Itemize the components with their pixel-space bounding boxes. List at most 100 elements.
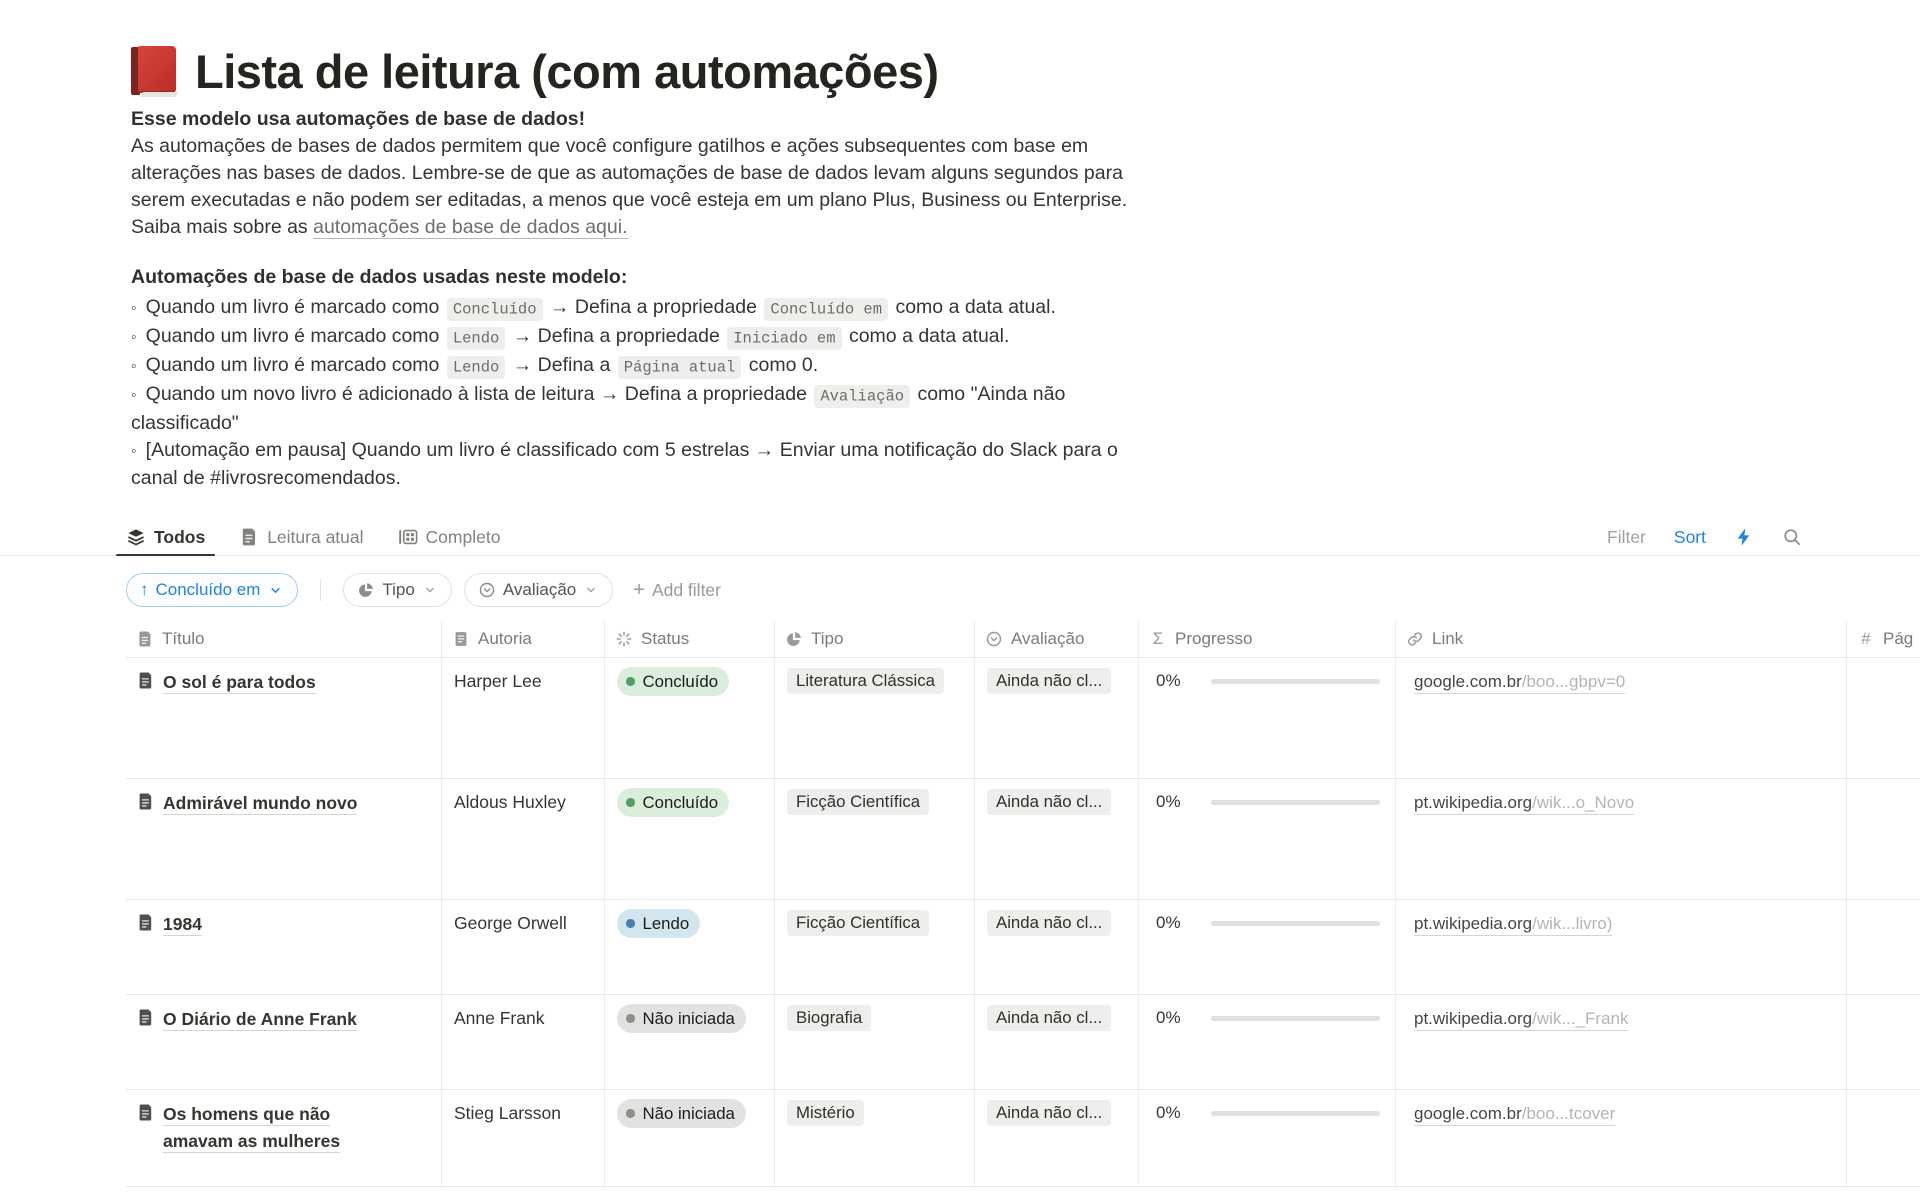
cell-autoria[interactable]: Harper Lee <box>442 658 605 778</box>
cell-progresso[interactable]: 0% <box>1139 658 1396 778</box>
cell-autoria[interactable]: George Orwell <box>442 900 605 994</box>
status-badge[interactable]: Lendo <box>617 909 700 938</box>
row-title-text: Os homens que não amavam as mulheres <box>163 1104 340 1153</box>
status-badge[interactable]: Não iniciada <box>617 1004 746 1033</box>
cell-status[interactable]: Concluído <box>605 779 775 899</box>
tab-leitura-atual[interactable]: Leitura atual <box>229 519 373 555</box>
cell-titulo[interactable]: O Diário de Anne Frank <box>126 995 442 1089</box>
cell-pag[interactable] <box>1847 995 1920 1089</box>
status-dot-icon <box>626 919 635 928</box>
tab-completo[interactable]: Completo <box>388 519 511 555</box>
cell-avaliacao[interactable]: Ainda não cl... <box>975 995 1139 1089</box>
circle-chevron-icon <box>985 630 1003 648</box>
row-title[interactable]: Os homens que não amavam as mulheres <box>163 1101 398 1155</box>
cell-progresso[interactable]: 0% <box>1139 1090 1396 1186</box>
cell-link[interactable]: google.com.br/boo...tcover <box>1396 1090 1847 1186</box>
table-row[interactable]: O Diário de Anne Frank Anne Frank Não inic… <box>126 995 1920 1090</box>
progress-bar <box>1211 679 1380 684</box>
tipo-tag[interactable]: Ficção Científica <box>787 789 929 815</box>
sigma-icon: Σ <box>1149 630 1167 648</box>
cell-avaliacao[interactable]: Ainda não cl... <box>975 658 1139 778</box>
link-value[interactable]: google.com.br/boo...tcover <box>1414 1104 1615 1126</box>
table-row[interactable]: 1984 George Orwell Lendo Ficção Científica A… <box>126 900 1920 995</box>
automation-bullet: ◦[Automação em pausa] Quando um livro é … <box>131 437 1920 492</box>
cell-pag[interactable] <box>1847 779 1920 899</box>
cell-titulo[interactable]: 1984 <box>126 900 442 994</box>
table-row[interactable]: Admirável mundo novo Aldous Huxley Concluí… <box>126 779 1920 900</box>
cell-titulo[interactable]: Admirável mundo novo <box>126 779 442 899</box>
cell-pag[interactable] <box>1847 658 1920 778</box>
search-icon[interactable] <box>1782 527 1802 547</box>
cell-autoria[interactable]: Anne Frank <box>442 995 605 1089</box>
cell-tipo[interactable]: Ficção Científica <box>775 779 975 899</box>
cell-titulo[interactable]: Os homens que não amavam as mulheres <box>126 1090 442 1186</box>
column-header-link[interactable]: Link <box>1396 621 1847 657</box>
tipo-tag[interactable]: Mistério <box>787 1100 864 1126</box>
cell-link[interactable]: google.com.br/boo...gbpv=0 <box>1396 658 1847 778</box>
cell-link[interactable]: pt.wikipedia.org/wik...livro) <box>1396 900 1847 994</box>
filter-button[interactable]: Filter <box>1607 527 1646 548</box>
column-header-autoria[interactable]: Autoria <box>442 621 605 657</box>
cell-progresso[interactable]: 0% <box>1139 900 1396 994</box>
status-badge[interactable]: Concluído <box>617 667 729 696</box>
cell-tipo[interactable]: Biografia <box>775 995 975 1089</box>
cell-pag[interactable] <box>1847 900 1920 994</box>
sort-chip-concluido-em[interactable]: ↑ Concluído em <box>126 573 298 607</box>
cell-autoria[interactable]: Aldous Huxley <box>442 779 605 899</box>
cell-tipo[interactable]: Literatura Clássica <box>775 658 975 778</box>
cell-tipo[interactable]: Mistério <box>775 1090 975 1186</box>
status-badge[interactable]: Concluído <box>617 788 729 817</box>
progress-bar <box>1211 1016 1380 1021</box>
automations-bolt-icon[interactable] <box>1734 527 1754 547</box>
inline-link[interactable]: automações de base de dados aqui. <box>313 216 627 239</box>
cell-status[interactable]: Não iniciada <box>605 1090 775 1186</box>
table-row[interactable]: Os homens que não amavam as mulheres Stie… <box>126 1090 1920 1187</box>
column-header-progresso[interactable]: ΣProgresso <box>1139 621 1396 657</box>
tipo-tag[interactable]: Ficção Científica <box>787 910 929 936</box>
cell-status[interactable]: Não iniciada <box>605 995 775 1089</box>
column-header-pag[interactable]: #Pág <box>1847 621 1920 657</box>
tab-todos[interactable]: Todos <box>116 519 215 555</box>
cell-autoria[interactable]: Stieg Larsson <box>442 1090 605 1186</box>
cell-titulo[interactable]: O sol é para todos <box>126 658 442 778</box>
tipo-tag[interactable]: Literatura Clássica <box>787 668 944 694</box>
column-label: Título <box>162 629 205 649</box>
cell-progresso[interactable]: 0% <box>1139 779 1396 899</box>
column-header-avaliacao[interactable]: Avaliação <box>975 621 1139 657</box>
avaliacao-tag[interactable]: Ainda não cl... <box>987 1100 1111 1126</box>
cell-status[interactable]: Lendo <box>605 900 775 994</box>
link-value[interactable]: pt.wikipedia.org/wik...livro) <box>1414 914 1612 936</box>
sort-button[interactable]: Sort <box>1674 527 1706 548</box>
link-value[interactable]: google.com.br/boo...gbpv=0 <box>1414 672 1625 694</box>
cell-link[interactable]: pt.wikipedia.org/wik..._Frank <box>1396 995 1847 1089</box>
row-title[interactable]: 1984 <box>163 911 398 938</box>
cell-pag[interactable] <box>1847 1090 1920 1186</box>
row-title[interactable]: O sol é para todos <box>163 669 398 696</box>
avaliacao-tag[interactable]: Ainda não cl... <box>987 668 1111 694</box>
cell-tipo[interactable]: Ficção Científica <box>775 900 975 994</box>
link-value[interactable]: pt.wikipedia.org/wik..._Frank <box>1414 1009 1628 1031</box>
avaliacao-tag[interactable]: Ainda não cl... <box>987 910 1111 936</box>
cell-progresso[interactable]: 0% <box>1139 995 1396 1089</box>
table-header-row: Título AutoriaStatusTipoAvaliaçãoΣProgres… <box>126 621 1920 658</box>
cell-link[interactable]: pt.wikipedia.org/wik...o_Novo <box>1396 779 1847 899</box>
row-title[interactable]: O Diário de Anne Frank <box>163 1006 398 1033</box>
tipo-filter-chip[interactable]: Tipo <box>343 573 451 607</box>
status-badge[interactable]: Não iniciada <box>617 1099 746 1128</box>
cell-avaliacao[interactable]: Ainda não cl... <box>975 1090 1139 1186</box>
cell-avaliacao[interactable]: Ainda não cl... <box>975 779 1139 899</box>
cell-avaliacao[interactable]: Ainda não cl... <box>975 900 1139 994</box>
row-title[interactable]: Admirável mundo novo <box>163 790 398 817</box>
column-header-tipo[interactable]: Tipo <box>775 621 975 657</box>
tipo-tag[interactable]: Biografia <box>787 1005 871 1031</box>
table-row[interactable]: O sol é para todos Harper Lee Concluído Lit… <box>126 658 1920 779</box>
cell-status[interactable]: Concluído <box>605 658 775 778</box>
add-filter-button[interactable]: + Add filter <box>633 580 721 601</box>
avaliacao-filter-chip[interactable]: Avaliação <box>464 573 613 607</box>
column-header-titulo[interactable]: Título <box>126 621 442 657</box>
avaliacao-tag[interactable]: Ainda não cl... <box>987 789 1111 815</box>
column-header-status[interactable]: Status <box>605 621 775 657</box>
avaliacao-tag[interactable]: Ainda não cl... <box>987 1005 1111 1031</box>
link-value[interactable]: pt.wikipedia.org/wik...o_Novo <box>1414 793 1634 815</box>
paragraph-line: alterações nas bases de dados. Lembre-se… <box>131 160 1920 187</box>
